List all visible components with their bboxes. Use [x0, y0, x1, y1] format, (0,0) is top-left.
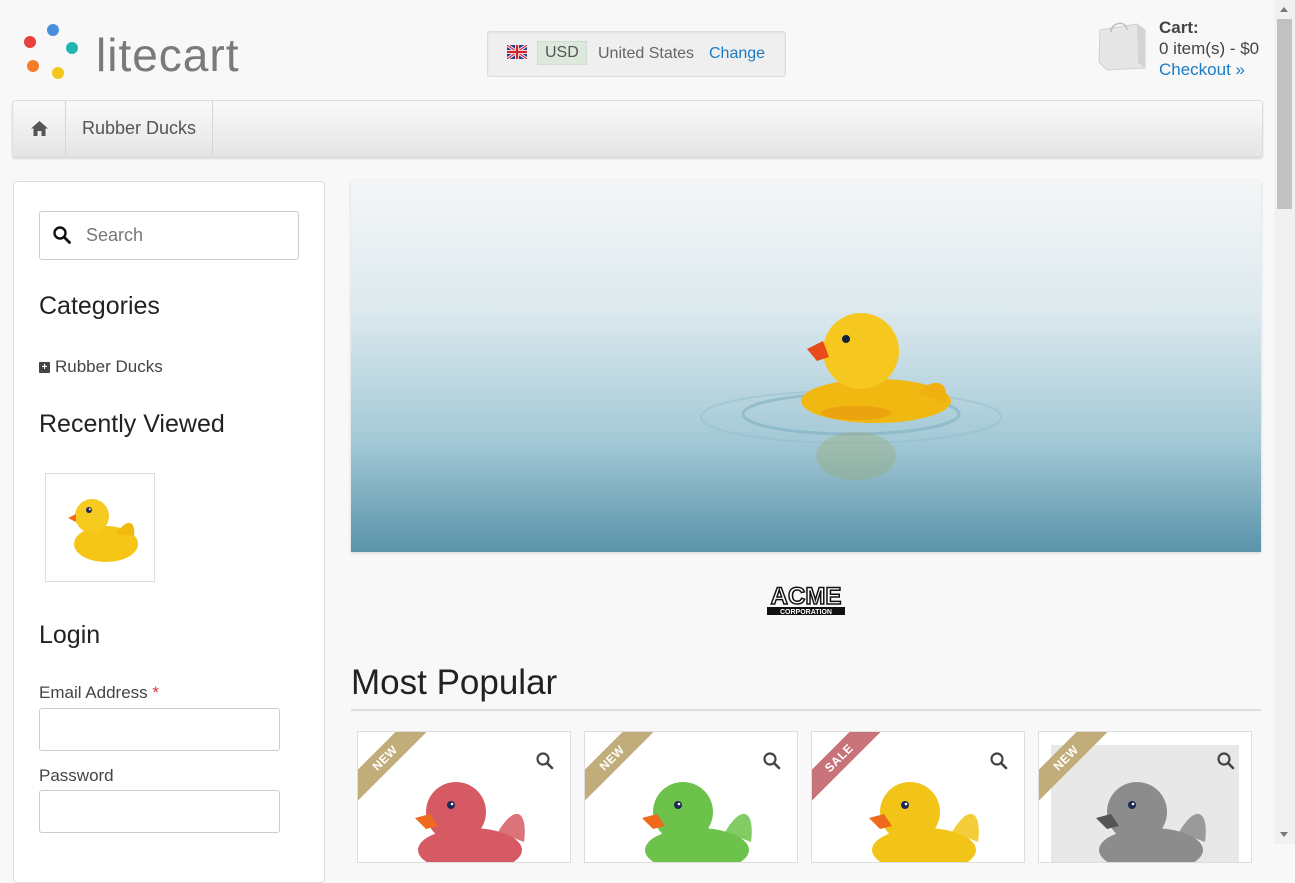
plus-square-icon: +	[39, 361, 50, 373]
site-logo[interactable]: litecart	[22, 22, 282, 82]
main-navigation: Rubber Ducks	[12, 100, 1263, 157]
section-divider	[351, 709, 1261, 711]
region-selector: USD United States Change	[487, 31, 786, 77]
scroll-down-icon[interactable]	[1280, 832, 1288, 837]
zoom-icon[interactable]	[763, 752, 781, 770]
hero-banner[interactable]	[351, 181, 1261, 552]
password-field[interactable]	[39, 790, 280, 833]
country-label: United States	[598, 45, 695, 62]
currency-badge: USD	[537, 41, 587, 65]
logo-dot-orange	[27, 60, 39, 72]
scroll-thumb[interactable]	[1277, 19, 1292, 209]
email-field[interactable]	[39, 708, 280, 751]
nav-home-button[interactable]	[13, 101, 66, 156]
product-card[interactable]: NEW	[1038, 731, 1252, 863]
sidebar: Categories + Rubber Ducks Recently Viewe…	[13, 181, 325, 883]
required-marker: *	[152, 683, 160, 702]
zoom-icon[interactable]	[1217, 752, 1235, 770]
search-box	[39, 211, 299, 260]
cart-label: Cart:	[1159, 18, 1199, 37]
home-icon	[30, 121, 48, 136]
most-popular-heading: Most Popular	[351, 663, 558, 702]
product-card[interactable]: SALE	[811, 731, 1025, 863]
email-label-text: Email Address	[39, 683, 148, 702]
email-label: Email Address *	[39, 683, 159, 703]
product-card[interactable]: NEW	[584, 731, 798, 863]
svg-text:ACME: ACME	[771, 583, 842, 610]
shopping-bag-icon[interactable]	[1097, 20, 1147, 72]
login-heading: Login	[39, 621, 101, 649]
yellow-duck-image	[68, 499, 138, 562]
acme-brand-logo[interactable]: ACME CORPORATION	[762, 580, 850, 618]
change-region-link[interactable]: Change	[709, 45, 765, 63]
recently-viewed-heading: Recently Viewed	[39, 410, 225, 438]
category-rubber-ducks[interactable]: + Rubber Ducks	[39, 357, 163, 377]
cart-summary: 0 item(s) - $0	[1159, 39, 1260, 58]
rubber-duck-banner-image	[351, 181, 1261, 552]
uk-flag-icon	[507, 45, 527, 59]
category-label: Rubber Ducks	[55, 357, 163, 376]
categories-heading: Categories	[39, 292, 160, 320]
search-input[interactable]	[84, 213, 293, 258]
logo-dot-teal	[66, 42, 78, 54]
nav-item-rubber-ducks[interactable]: Rubber Ducks	[66, 101, 213, 156]
page-scrollbar[interactable]	[1274, 0, 1295, 844]
password-label: Password	[39, 766, 114, 785]
logo-dot-red	[24, 36, 36, 48]
checkout-link[interactable]: Checkout »	[1159, 60, 1245, 80]
svg-text:CORPORATION: CORPORATION	[780, 609, 832, 616]
product-card[interactable]: NEW	[357, 731, 571, 863]
zoom-icon[interactable]	[536, 752, 554, 770]
logo-text: litecart	[96, 29, 240, 81]
logo-dot-blue	[47, 24, 59, 36]
zoom-icon[interactable]	[990, 752, 1008, 770]
scroll-up-icon[interactable]	[1280, 7, 1288, 12]
recently-viewed-product[interactable]	[45, 473, 155, 582]
logo-dot-yellow	[52, 67, 64, 79]
search-icon	[53, 226, 71, 244]
